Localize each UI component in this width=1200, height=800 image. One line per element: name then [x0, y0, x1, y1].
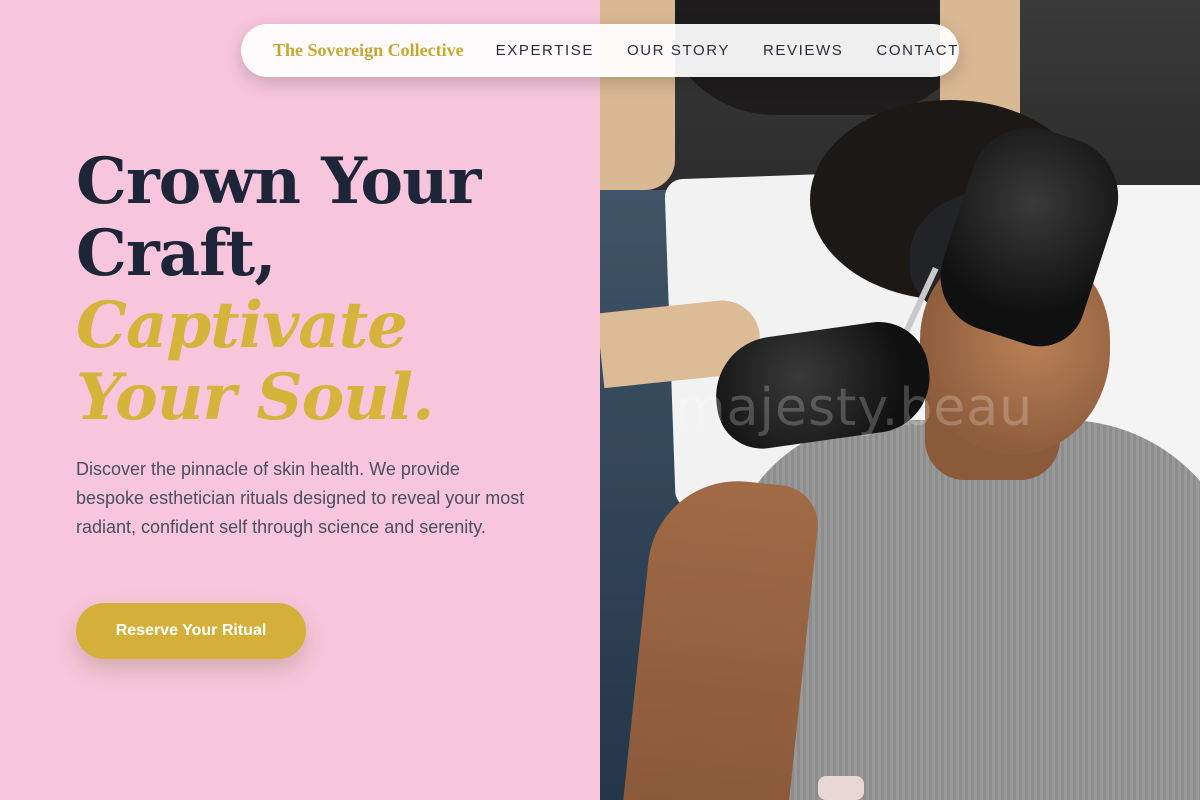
- nav-link-our-story[interactable]: OUR STORY: [627, 42, 730, 59]
- hero-headline: Crown Your Craft, Captivate Your Soul.: [76, 144, 481, 435]
- hero-description: Discover the pinnacle of skin health. We…: [76, 459, 525, 537]
- top-navigation: The Sovereign Collective EXPERTISE OUR S…: [241, 24, 959, 77]
- headline-accent-line: Your Soul.: [76, 360, 434, 435]
- headline-line: Crown Your: [76, 144, 481, 219]
- photo-watermark: majesty.beau: [675, 378, 1034, 438]
- headline-line: Craft,: [76, 216, 277, 291]
- reserve-ritual-button[interactable]: Reserve Your Ritual: [76, 603, 306, 659]
- nav-link-expertise[interactable]: EXPERTISE: [496, 42, 594, 59]
- nav-link-contact[interactable]: CONTACT: [876, 42, 959, 59]
- nav-link-reviews[interactable]: REVIEWS: [763, 42, 843, 59]
- hero-photo: majesty.beau: [600, 0, 1200, 800]
- brand-logo-link[interactable]: The Sovereign Collective: [273, 40, 464, 61]
- photo-watch: [818, 776, 864, 800]
- headline-accent-line: Captivate: [76, 288, 408, 363]
